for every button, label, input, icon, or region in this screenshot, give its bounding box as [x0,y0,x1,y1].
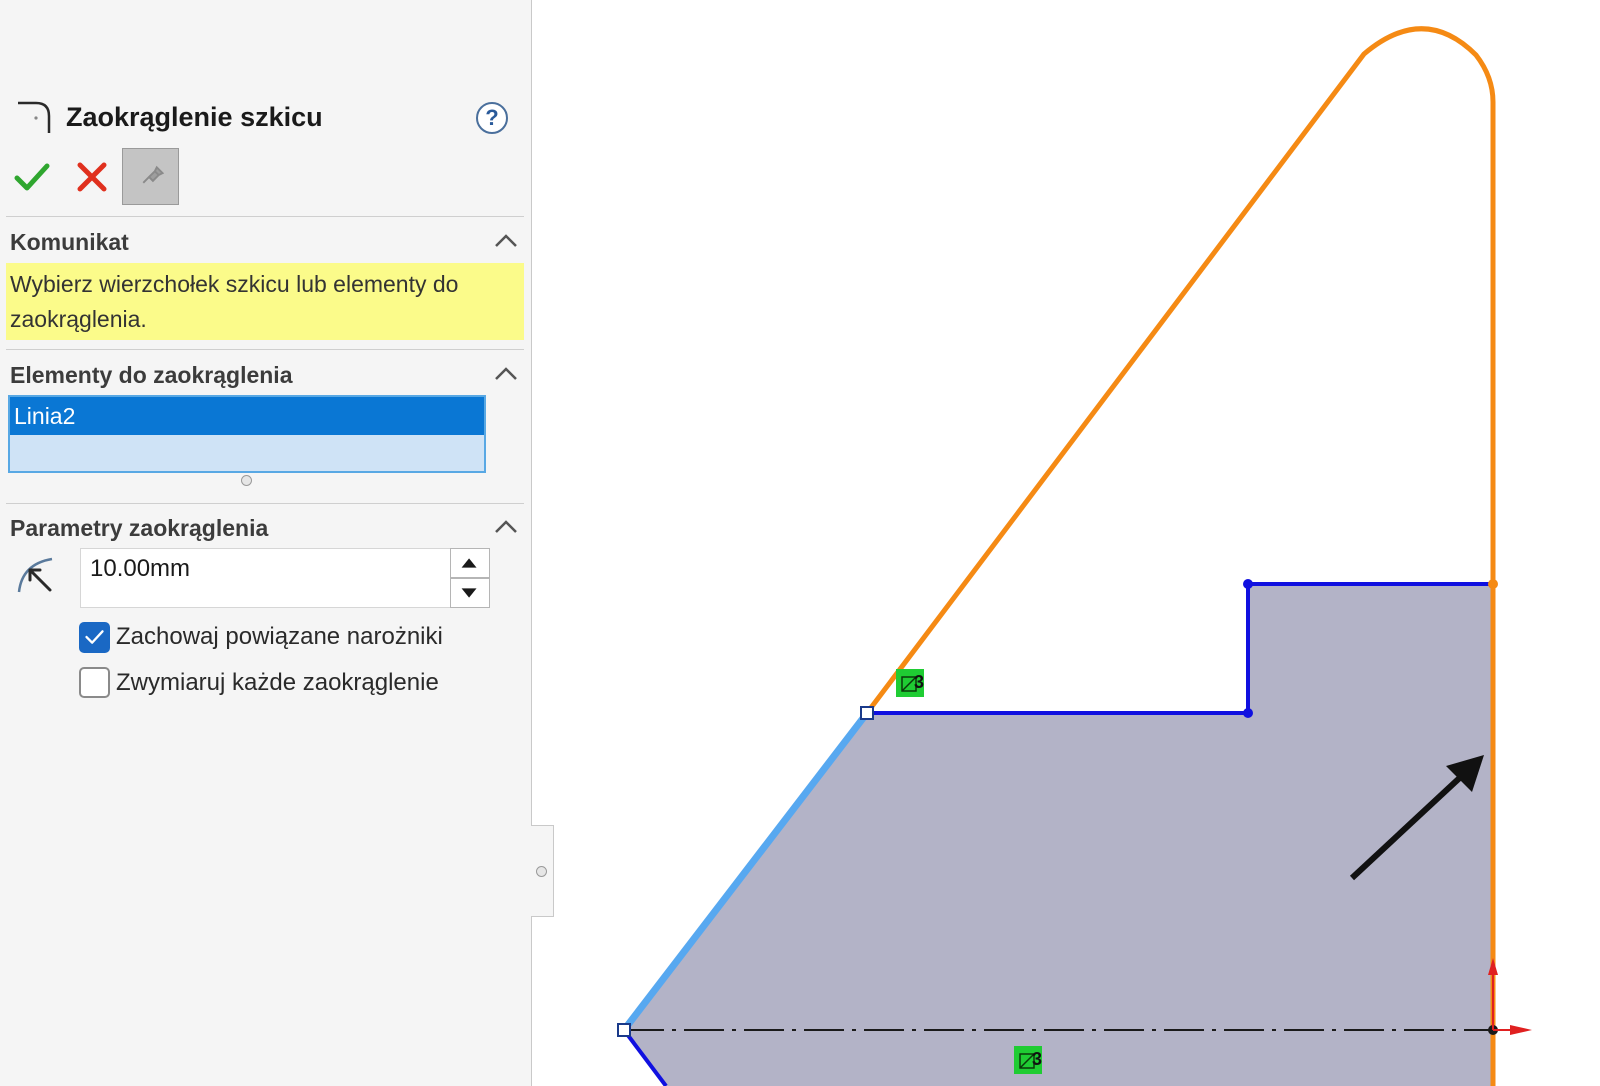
relation-badge-label: 3 [914,672,924,692]
triangle-down-icon [461,588,477,598]
ok-button[interactable] [12,157,52,197]
sketch-point[interactable] [1243,579,1253,589]
sketch-fillet-icon [18,101,51,133]
keep-corners-checkbox[interactable] [79,622,110,653]
entities-selection-list[interactable]: Linia2 [8,395,486,473]
sketch-vertex[interactable] [860,706,874,720]
close-icon [77,162,107,192]
section-divider [6,216,524,217]
list-item[interactable]: Linia2 [10,397,484,435]
radius-input[interactable]: 10.00mm [80,548,450,608]
panel-collapse-handle[interactable] [531,825,554,917]
entities-section-title: Elementy do zaokrąglenia [10,362,293,388]
pin-icon [142,165,165,184]
graphics-viewport[interactable]: 3 3 [554,0,1600,1086]
message-box: Wybierz wierzchołek szkicu lub elementy … [6,263,524,340]
check-icon [85,630,104,644]
dimension-each-checkbox[interactable] [79,667,110,698]
sketch-point[interactable] [1488,579,1498,589]
chevron-up-icon[interactable] [493,233,519,249]
relation-badge[interactable]: 3 [1014,1046,1042,1074]
triangle-up-icon [461,558,477,568]
relation-badge-label: 3 [1032,1049,1042,1069]
section-divider [6,349,524,350]
section-divider [6,503,524,504]
dimension-each-label[interactable]: Zwymiaruj każde zaokrąglenie [116,669,439,697]
relation-badge[interactable]: 3 [896,669,924,697]
sketch-region [624,584,1493,1086]
sketch-point[interactable] [1243,708,1253,718]
property-manager-header: Zaokrąglenie szkicu [16,98,516,142]
sketch-vertex[interactable] [617,1023,631,1037]
help-button[interactable]: ? [476,102,508,134]
message-text-line1: Wybierz wierzchołek szkicu lub elementy … [10,271,459,297]
parameters-section-title: Parametry zaokrąglenia [10,515,269,541]
list-resize-handle[interactable] [241,475,252,486]
spin-up-button[interactable] [450,548,490,578]
fillet-radius-icon [17,557,53,593]
property-manager-panel: Zaokrąglenie szkicu ? Komunikat Wybierz … [0,0,532,1086]
chevron-up-icon[interactable] [493,519,519,535]
handle-dot [536,866,547,877]
chevron-up-icon[interactable] [493,366,519,382]
page-title: Zaokrąglenie szkicu [66,102,323,132]
pin-button[interactable] [122,148,179,205]
message-section-title: Komunikat [10,229,129,255]
radius-value: 10.00mm [90,555,191,582]
spin-down-button[interactable] [450,578,490,608]
origin-x-arrowhead [1510,1025,1532,1035]
check-icon [14,163,50,191]
message-text-line2: zaokrąglenia. [10,306,147,332]
keep-corners-label[interactable]: Zachowaj powiązane narożniki [116,623,443,651]
cancel-button[interactable] [72,157,112,197]
